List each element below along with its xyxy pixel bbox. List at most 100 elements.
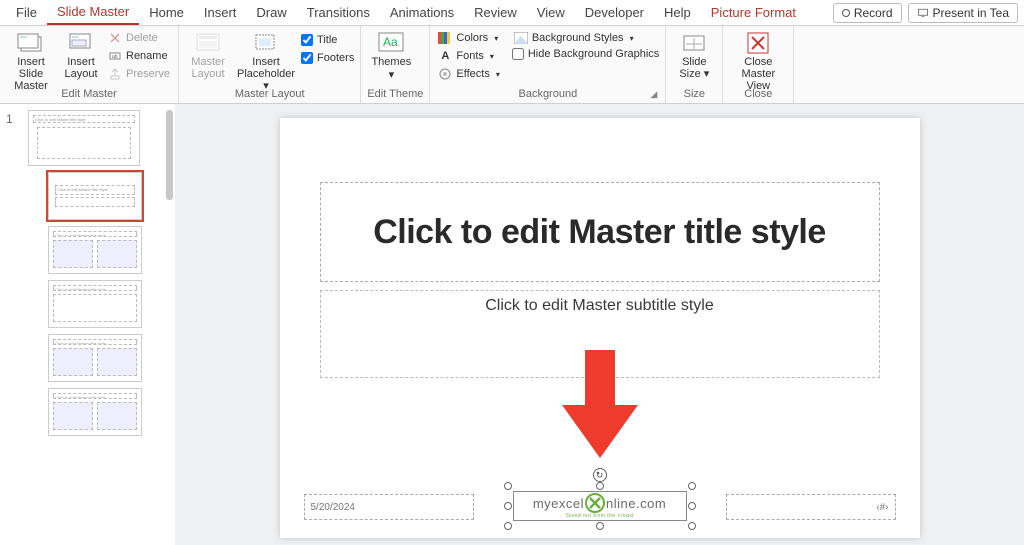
group-label-edit-master: Edit Master	[6, 88, 172, 102]
top-right-controls: Record Present in Tea	[833, 3, 1018, 23]
preserve-icon	[108, 67, 122, 81]
insert-placeholder-icon	[252, 32, 280, 54]
tab-home[interactable]: Home	[139, 1, 194, 24]
slide-size-icon	[680, 32, 708, 54]
picture-content: myexcel nline.com Stand out from the cro…	[513, 491, 687, 521]
group-label-close: Close	[729, 88, 787, 102]
annotation-arrow-icon	[560, 350, 640, 460]
resize-handle[interactable]	[688, 482, 696, 490]
title-tabs: File Slide Master Home Insert Draw Trans…	[0, 0, 1024, 26]
background-dialog-launcher[interactable]: ◢	[650, 89, 657, 100]
colors-icon	[438, 31, 452, 45]
record-button[interactable]: Record	[833, 3, 902, 23]
thumb-layout-5[interactable]: Click to edit Master title style	[48, 388, 142, 436]
present-button[interactable]: Present in Tea	[908, 3, 1019, 23]
tab-insert[interactable]: Insert	[194, 1, 247, 24]
tab-review[interactable]: Review	[464, 1, 527, 24]
thumbnail-panel: 1 Click to edit Master title style Click…	[0, 104, 175, 545]
svg-text:ab: ab	[112, 54, 118, 60]
chevron-down-icon: ▾	[490, 52, 494, 61]
delete-button[interactable]: Delete	[106, 30, 172, 46]
date-placeholder[interactable]: 5/20/2024	[304, 494, 474, 520]
chevron-down-icon: ▾	[496, 70, 500, 79]
thumb-layout-1[interactable]: Click to edit Master title style	[48, 172, 142, 220]
slide-size-button[interactable]: Slide Size ▾	[672, 30, 716, 80]
insert-placeholder-button[interactable]: Insert Placeholder ▾	[235, 30, 297, 92]
tab-file[interactable]: File	[6, 1, 47, 24]
logo-text-pre: myexcel	[533, 496, 584, 511]
themes-button[interactable]: Aa Themes▾	[367, 30, 415, 81]
resize-handle[interactable]	[504, 522, 512, 530]
background-styles-icon	[514, 31, 528, 45]
chevron-down-icon: ▾	[704, 68, 710, 80]
master-layout-button[interactable]: Master Layout	[185, 30, 231, 80]
insert-layout-icon	[67, 32, 95, 54]
resize-handle[interactable]	[688, 522, 696, 530]
slide-canvas[interactable]: Click to edit Master title style Click t…	[280, 118, 920, 538]
thumb-layout-3[interactable]: Click to edit Master title style	[48, 280, 142, 328]
close-icon	[744, 32, 772, 54]
fonts-button[interactable]: A Fonts▾	[436, 48, 501, 64]
background-styles-button[interactable]: Background Styles▾	[512, 30, 659, 46]
group-master-layout: Master Layout Insert Placeholder ▾ Title…	[179, 26, 361, 103]
rename-icon: ab	[108, 49, 122, 63]
insert-layout-button[interactable]: Insert Layout	[60, 30, 102, 80]
tab-help[interactable]: Help	[654, 1, 701, 24]
logo-tagline: Stand out from the crowd	[566, 513, 634, 519]
tab-view[interactable]: View	[527, 1, 575, 24]
master-title-placeholder[interactable]: Click to edit Master title style	[320, 182, 880, 282]
thumb-layout-2[interactable]: Click to edit Master title style	[48, 226, 142, 274]
resize-handle[interactable]	[596, 482, 604, 490]
resize-handle[interactable]	[504, 482, 512, 490]
logo-mark-icon	[585, 493, 605, 513]
group-close: Close Master View Close	[723, 26, 794, 103]
group-label-size: Size	[672, 88, 716, 102]
slide-number-placeholder[interactable]: ‹#›	[726, 494, 896, 520]
chevron-down-icon: ▾	[630, 34, 634, 43]
slide-editor[interactable]: Click to edit Master title style Click t…	[175, 104, 1024, 545]
group-label-master-layout: Master Layout	[185, 88, 354, 102]
effects-button[interactable]: Effects▾	[436, 66, 501, 82]
resize-handle[interactable]	[504, 502, 512, 510]
group-label-background: Background ◢	[436, 88, 659, 102]
colors-button[interactable]: Colors▾	[436, 30, 501, 46]
tab-animations[interactable]: Animations	[380, 1, 464, 24]
tab-draw[interactable]: Draw	[246, 1, 296, 24]
preserve-button[interactable]: Preserve	[106, 66, 172, 82]
presenter-icon	[917, 7, 929, 19]
effects-icon	[438, 67, 452, 81]
master-layout-icon	[194, 32, 222, 54]
group-label-edit-theme: Edit Theme	[367, 88, 423, 102]
group-edit-master: Insert Slide Master Insert Layout Delete…	[0, 26, 179, 103]
chevron-down-icon: ▾	[494, 34, 498, 43]
thumb-number: 1	[6, 112, 13, 126]
tab-developer[interactable]: Developer	[575, 1, 654, 24]
delete-icon	[108, 31, 122, 45]
thumb-master[interactable]: Click to edit Master title style	[28, 110, 140, 166]
record-icon	[842, 9, 850, 17]
group-background: Colors▾ A Fonts▾ Effects▾ Background Sty…	[430, 26, 666, 103]
insert-slide-master-button[interactable]: Insert Slide Master	[6, 30, 56, 92]
workspace: 1 Click to edit Master title style Click…	[0, 104, 1024, 545]
tab-transitions[interactable]: Transitions	[297, 1, 380, 24]
rotate-handle-icon[interactable]: ↻	[593, 468, 607, 482]
themes-icon: Aa	[377, 32, 405, 54]
rename-button[interactable]: ab Rename	[106, 48, 172, 64]
thumb-layout-4[interactable]: Click to edit Master title style	[48, 334, 142, 382]
svg-text:Aa: Aa	[383, 35, 398, 49]
thumb-scrollbar[interactable]	[166, 110, 173, 200]
hide-background-checkbox[interactable]: Hide Background Graphics	[512, 48, 659, 60]
selected-picture[interactable]: ↻ myexcel nline.com St	[508, 486, 692, 526]
close-master-view-button[interactable]: Close Master View	[729, 30, 787, 92]
tab-slide-master[interactable]: Slide Master	[47, 0, 139, 25]
footers-checkbox[interactable]: Footers	[301, 52, 354, 64]
chevron-down-icon: ▾	[389, 69, 395, 81]
resize-handle[interactable]	[688, 502, 696, 510]
title-checkbox[interactable]: Title	[301, 34, 354, 46]
tab-picture-format[interactable]: Picture Format	[701, 1, 806, 24]
logo-text-post: nline.com	[606, 496, 666, 511]
ribbon: Insert Slide Master Insert Layout Delete…	[0, 26, 1024, 104]
present-label: Present in Tea	[933, 6, 1010, 20]
resize-handle[interactable]	[596, 522, 604, 530]
group-edit-theme: Aa Themes▾ Edit Theme	[361, 26, 430, 103]
